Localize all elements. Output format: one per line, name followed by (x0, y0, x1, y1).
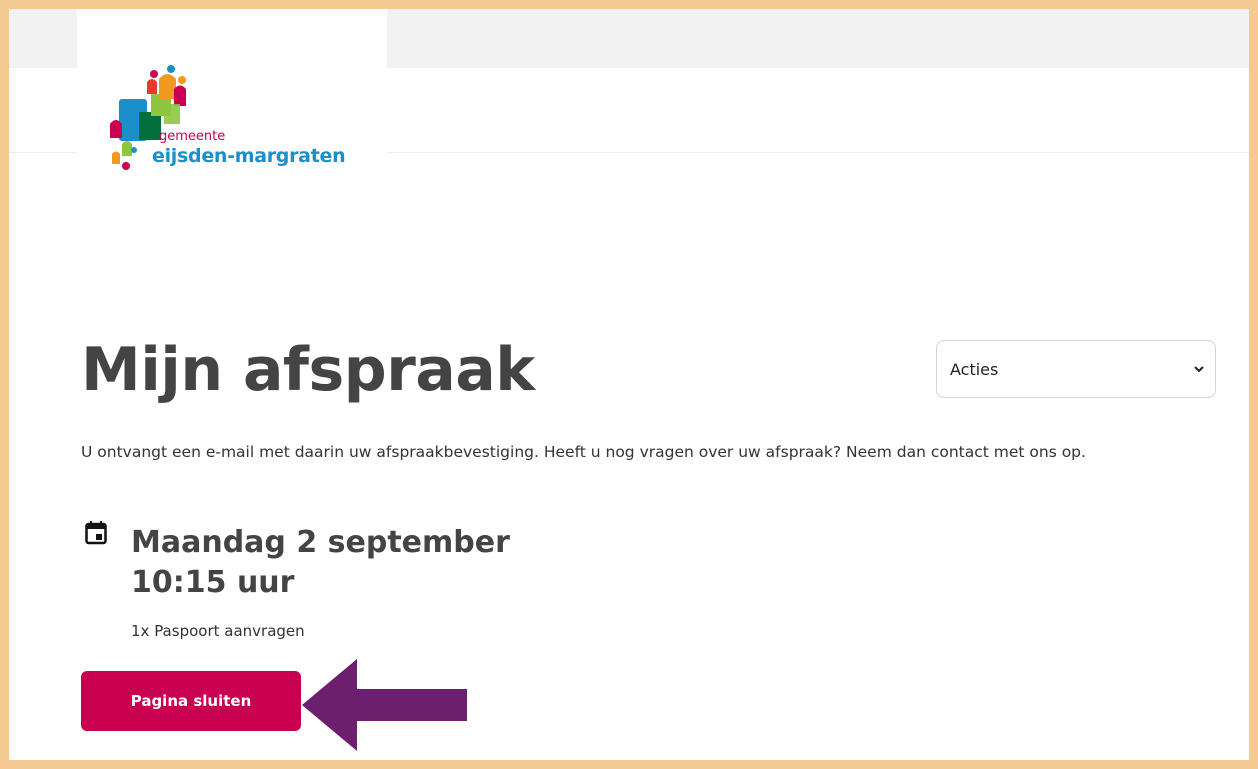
intro-text: U ontvangt een e-mail met daarin uw afsp… (81, 443, 1086, 461)
chevron-down-icon (1194, 366, 1204, 373)
calendar-icon (85, 521, 107, 545)
appointment-service: 1x Paspoort aanvragen (131, 622, 305, 640)
logo-text-gemeente: gemeente (159, 129, 226, 144)
page-title: Mijn afspraak (81, 335, 535, 405)
annotation-arrow-icon (302, 659, 467, 751)
actions-select-value: Acties (950, 360, 999, 379)
appointment-time: 10:15 uur (131, 565, 295, 600)
close-page-button[interactable]: Pagina sluiten (81, 671, 301, 731)
actions-select[interactable]: Acties (936, 340, 1216, 398)
logo-text-municipality: eijsden-margraten (152, 145, 346, 167)
appointment-date: Maandag 2 september (131, 525, 510, 560)
page-frame: gemeente eijsden-margraten Mijn afspraak… (9, 9, 1249, 760)
